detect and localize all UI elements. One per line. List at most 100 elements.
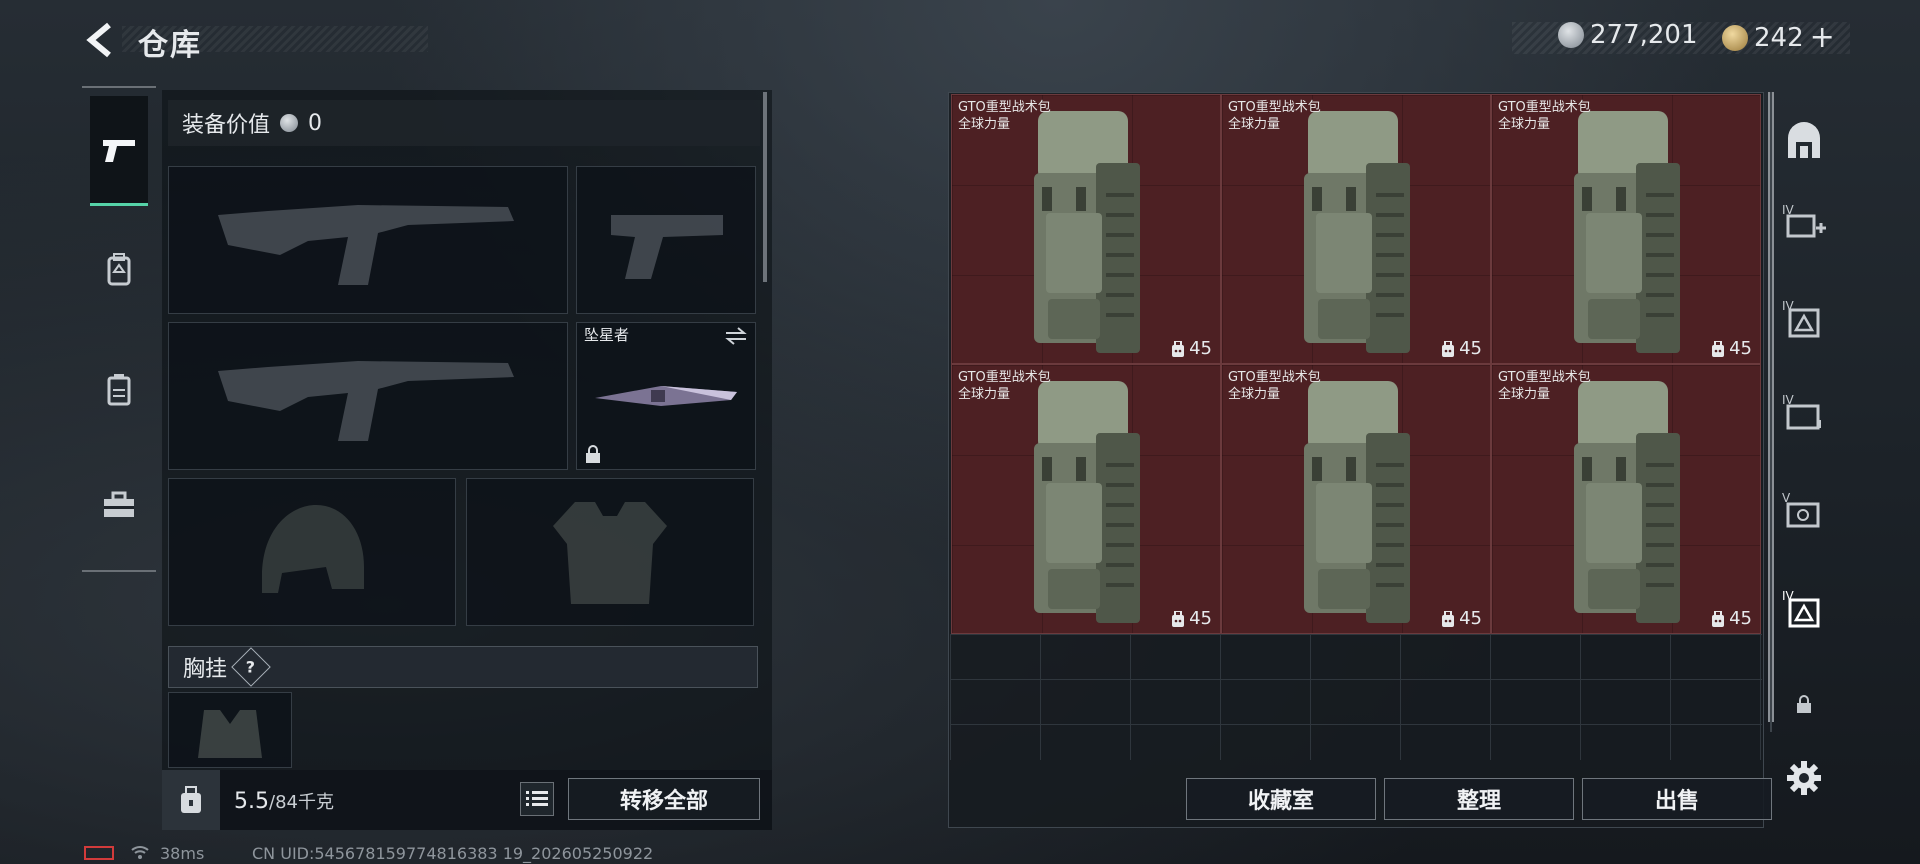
vest-icon (107, 374, 131, 406)
melee-name: 坠星者 (584, 326, 630, 344)
item-count: 45 (1441, 608, 1482, 629)
swap-icon (725, 327, 747, 345)
silver-currency: 277,201 (1558, 20, 1698, 50)
backpack-small-icon (1172, 340, 1185, 357)
chest-rig-slot[interactable] (168, 692, 292, 768)
storage-item[interactable]: GTO重型战术包 全球力量 45 (1491, 94, 1761, 364)
sidearm-slot[interactable] (576, 166, 756, 314)
item-count-value: 45 (1189, 608, 1212, 629)
helmet-slot[interactable] (168, 478, 456, 626)
side-tab-medical[interactable]: V (1780, 472, 1828, 548)
item-title: GTO重型战术包 (1498, 100, 1591, 115)
item-name: GTO重型战术包 全球力量 (1498, 99, 1591, 133)
backpack-small-icon (1712, 610, 1725, 627)
item-count-value: 45 (1459, 608, 1482, 629)
side-tab-divider (1770, 92, 1772, 732)
item-subtitle: 全球力量 (1228, 387, 1281, 402)
side-tab-locked[interactable] (1780, 666, 1828, 742)
side-tab-home[interactable] (1780, 104, 1828, 180)
wifi-icon (130, 844, 150, 864)
silver-coin-icon (280, 114, 299, 132)
toolbox-icon (104, 491, 134, 517)
armor-slot[interactable] (466, 478, 754, 626)
battery-icon (84, 846, 114, 860)
item-name: GTO重型战术包 全球力量 (1228, 369, 1321, 403)
uid-readout: CN UID:545678159774816383 19_20260525092… (252, 844, 654, 863)
swap-button[interactable] (724, 326, 748, 350)
side-tab-gear[interactable]: IV (1780, 280, 1828, 356)
rifle-silhouette-icon (218, 361, 514, 441)
back-button[interactable] (80, 18, 120, 62)
gold-coin-icon (1722, 24, 1748, 51)
storage-empty-grid (950, 634, 1762, 760)
backpack-item-icon (1574, 381, 1680, 623)
help-icon: ? (246, 657, 256, 677)
settings-button[interactable] (1786, 760, 1822, 800)
item-count: 45 (1711, 338, 1752, 359)
help-button[interactable]: ? (231, 647, 271, 687)
medical-storage-icon: V (1782, 491, 1820, 528)
side-tab-ammo[interactable]: IV (1780, 184, 1828, 260)
weight-max: /84千克 (269, 792, 334, 813)
storage-item[interactable]: GTO重型战术包 全球力量 45 (1491, 364, 1761, 634)
transfer-all-button[interactable]: 转移全部 (568, 778, 760, 820)
item-subtitle: 全球力量 (958, 387, 1011, 402)
item-count-value: 45 (1459, 338, 1482, 359)
container-lock-button[interactable] (162, 770, 220, 830)
list-icon (526, 791, 548, 806)
backpack-storage-icon: IV (1782, 589, 1820, 628)
rail-item-toolbox[interactable] (90, 450, 148, 560)
primary-weapon-slot-2[interactable] (168, 322, 568, 470)
side-tab-backpack[interactable]: IV (1780, 570, 1828, 646)
side-tab-documents[interactable]: IV (1780, 374, 1828, 450)
item-count-value: 45 (1729, 338, 1752, 359)
organize-button[interactable]: 整理 (1384, 778, 1574, 820)
gold-amount: 242 (1754, 22, 1804, 53)
backpack-small-icon (1172, 610, 1185, 627)
chest-rig-silhouette-icon (198, 710, 262, 758)
back-arrow-icon (86, 22, 111, 58)
chest-rig-label: 胸挂 (183, 657, 228, 682)
chest-rig-header: 胸挂 ? (168, 646, 758, 688)
item-subtitle: 全球力量 (1228, 117, 1281, 132)
item-subtitle: 全球力量 (958, 117, 1011, 132)
equipment-value: 0 (308, 110, 323, 136)
backpack-item-icon (1034, 111, 1140, 353)
dagger-icon (595, 386, 737, 406)
bag-lock-icon (181, 786, 201, 813)
item-title: GTO重型战术包 (1228, 370, 1321, 385)
item-count: 45 (1441, 338, 1482, 359)
equipment-value-label: 装备价值 (182, 113, 271, 138)
list-view-button[interactable] (520, 782, 554, 816)
equipment-scrollbar[interactable] (763, 92, 767, 282)
storage-item[interactable]: GTO重型战术包 全球力量 45 (1221, 94, 1491, 364)
backpack-item-icon (1304, 381, 1410, 623)
helmet-silhouette-icon (262, 505, 364, 593)
item-name: GTO重型战术包 全球力量 (1498, 369, 1591, 403)
sell-button[interactable]: 出售 (1582, 778, 1772, 820)
rail-item-weapons[interactable] (90, 96, 148, 206)
primary-weapon-slot-1[interactable] (168, 166, 568, 314)
add-currency-button[interactable]: + (1810, 20, 1835, 55)
item-count: 45 (1171, 608, 1212, 629)
rail-item-backpack[interactable] (90, 214, 148, 324)
storage-item[interactable]: GTO重型战术包 全球力量 45 (1221, 364, 1491, 634)
ping-readout: 38ms (160, 844, 205, 863)
weight-current: 5.5 (234, 789, 269, 814)
lock-icon (586, 445, 600, 463)
backpack-icon (107, 253, 131, 286)
backpack-item-icon (1304, 111, 1410, 353)
rail-item-vest[interactable] (90, 334, 148, 444)
collection-room-button[interactable]: 收藏室 (1186, 778, 1376, 820)
equipment-value-bar: 装备价值 0 (168, 100, 760, 146)
item-subtitle: 全球力量 (1498, 387, 1551, 402)
pistol-icon (103, 139, 135, 162)
storage-item[interactable]: GTO重型战术包 全球力量 45 (951, 94, 1221, 364)
item-count: 45 (1171, 338, 1212, 359)
gold-currency[interactable]: 242 + (1722, 20, 1835, 55)
storage-item[interactable]: GTO重型战术包 全球力量 45 (951, 364, 1221, 634)
silver-amount: 277,201 (1590, 20, 1698, 50)
item-subtitle: 全球力量 (1498, 117, 1551, 132)
backpack-small-icon (1442, 340, 1455, 357)
item-name: GTO重型战术包 全球力量 (958, 369, 1051, 403)
